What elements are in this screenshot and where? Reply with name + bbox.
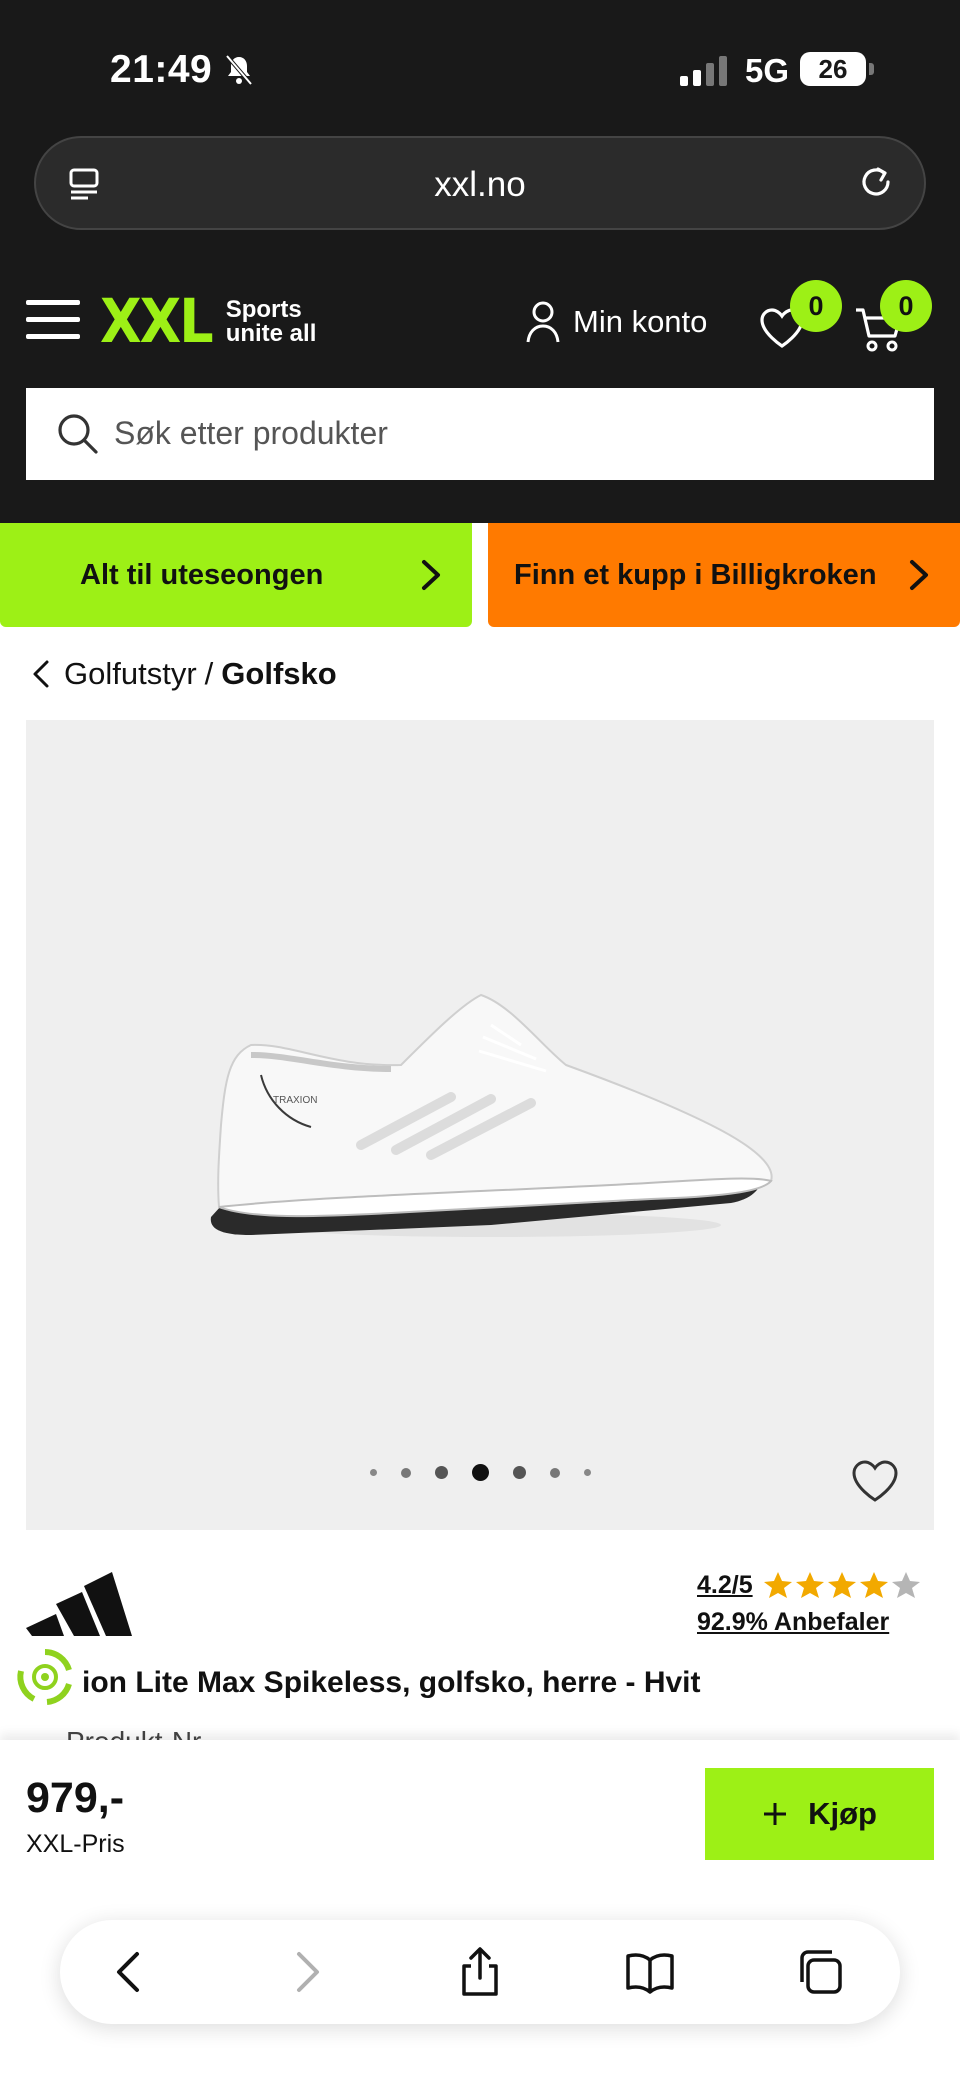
gallery-dot[interactable]: [369, 1469, 377, 1476]
status-bar: 21:49 5G 26: [0, 0, 960, 130]
product-number-partial: Produkt-Nr: [66, 1726, 201, 1740]
star-icon: [827, 1572, 856, 1598]
breadcrumb-separator: /: [204, 656, 214, 691]
network-type: 5G: [745, 52, 790, 89]
rating-text[interactable]: 4.2/5: [697, 1571, 753, 1600]
star-icon: [763, 1572, 792, 1598]
chevron-left-icon[interactable]: [32, 659, 50, 689]
url-text[interactable]: xxl.no: [36, 165, 924, 205]
favorite-heart-icon[interactable]: [850, 1458, 900, 1504]
wishlist-count-badge: 0: [790, 280, 842, 332]
gallery-dot[interactable]: [549, 1467, 560, 1478]
cart-count-badge: 0: [880, 280, 932, 332]
product-price: 979,-: [26, 1774, 125, 1822]
product-rating[interactable]: 4.2/5: [697, 1570, 923, 1600]
plus-icon: [764, 1803, 787, 1825]
breadcrumb-current: Golfsko: [221, 656, 337, 691]
rating-stars: [763, 1570, 923, 1600]
breadcrumb: Golfutstyr / Golfsko: [32, 656, 337, 692]
recycle-badge-icon[interactable]: [14, 1646, 76, 1708]
gallery-pagination[interactable]: [26, 1464, 934, 1481]
adidas-logo[interactable]: [26, 1566, 132, 1636]
chevron-right-icon: [910, 560, 928, 590]
price-label: XXL-Pris: [26, 1830, 125, 1858]
account-label: Min konto: [573, 304, 708, 339]
user-icon: [526, 301, 560, 343]
search-placeholder: Søk etter produkter: [114, 415, 388, 451]
logo-tagline-line-2: unite all: [225, 319, 317, 347]
xxl-logo[interactable]: XXL Sports unite all: [100, 286, 317, 357]
star-icon: [859, 1572, 888, 1598]
recommend-percentage[interactable]: 92.9% Anbefaler: [697, 1608, 889, 1637]
account-link[interactable]: Min konto: [525, 300, 707, 344]
battery-icon: 26: [800, 52, 866, 86]
chevron-right-icon: [422, 560, 440, 590]
sticky-buy-bar: 979,- XXL-Pris Kjøp: [0, 1740, 960, 2086]
star-icon: [795, 1572, 824, 1598]
share-icon[interactable]: [454, 1946, 506, 1998]
search-icon: [58, 414, 98, 454]
battery-cap: [869, 63, 874, 75]
outdoor-season-banner-label: Alt til uteseongen: [80, 558, 324, 591]
logo-mark: XXL: [100, 286, 214, 357]
outdoor-season-banner[interactable]: Alt til uteseongen: [0, 523, 472, 627]
status-time: 21:49: [110, 48, 213, 91]
breadcrumb-parent[interactable]: Golfutstyr: [64, 656, 197, 692]
logo-tagline-line-1: Sports: [225, 295, 302, 323]
gallery-dot[interactable]: [400, 1467, 411, 1478]
signal-icon: [680, 56, 727, 86]
svg-text:TRAXION: TRAXION: [273, 1095, 317, 1106]
bargain-banner-label: Finn et kupp i Billigkroken: [514, 558, 877, 591]
reload-icon[interactable]: [856, 162, 896, 202]
product-title: ion Lite Max Spikeless, golfsko, herre -…: [82, 1666, 701, 1699]
menu-icon[interactable]: [26, 300, 80, 340]
forward-icon[interactable]: [280, 1946, 332, 1998]
logo-tagline: Sports unite all: [225, 295, 317, 347]
buy-button-label: Kjøp: [808, 1796, 877, 1831]
address-bar[interactable]: xxl.no: [34, 136, 926, 230]
buy-button[interactable]: Kjøp: [705, 1768, 934, 1860]
gallery-dot[interactable]: [583, 1469, 591, 1476]
gallery-dot[interactable]: [434, 1466, 448, 1479]
browser-toolbar: [60, 1920, 900, 2024]
gallery-dot-active[interactable]: [471, 1464, 489, 1481]
product-image[interactable]: TRAXION: [191, 985, 791, 1285]
gallery-dot[interactable]: [512, 1466, 526, 1479]
star-empty-icon: [891, 1572, 920, 1598]
site-header: 21:49 5G 26 xxl.no XXL Sports unite all …: [0, 0, 960, 523]
back-icon[interactable]: [104, 1946, 156, 1998]
search-input[interactable]: Søk etter produkter: [26, 388, 934, 480]
bargain-banner[interactable]: Finn et kupp i Billigkroken: [488, 523, 960, 627]
bookmarks-icon[interactable]: [624, 1946, 676, 1998]
bell-muted-icon: [225, 54, 253, 86]
tabs-icon[interactable]: [794, 1946, 846, 1998]
product-image-gallery[interactable]: TRAXION: [26, 720, 934, 1530]
